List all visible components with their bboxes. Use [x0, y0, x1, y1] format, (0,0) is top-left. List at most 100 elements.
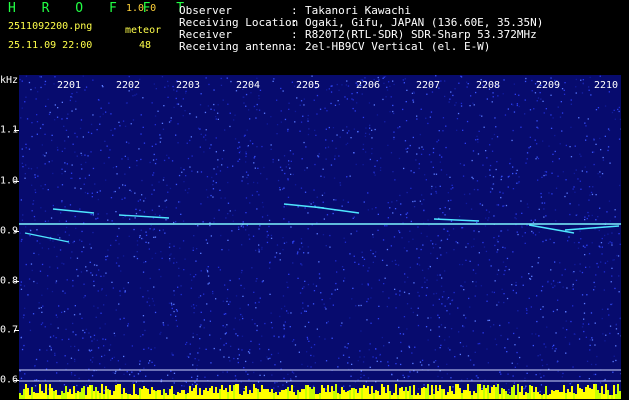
intensity-bar	[183, 390, 185, 399]
intensity-bar	[187, 393, 189, 399]
intensity-bar	[547, 395, 549, 399]
intensity-bar	[185, 394, 187, 399]
intensity-bar	[449, 386, 451, 399]
intensity-bar	[385, 393, 387, 399]
intensity-bar	[343, 390, 345, 399]
intensity-bar	[499, 394, 501, 399]
intensity-bar	[605, 384, 607, 399]
intensity-bar	[335, 384, 337, 399]
intensity-bar	[345, 392, 347, 399]
intensity-bar	[545, 386, 547, 399]
intensity-bar	[407, 391, 409, 399]
intensity-bar	[279, 392, 281, 399]
intensity-bar	[149, 394, 151, 399]
intensity-bar	[453, 394, 455, 399]
intensity-bar	[471, 395, 473, 399]
intensity-bar	[539, 394, 541, 399]
intensity-bar	[357, 393, 359, 399]
bottom-bar-layer	[19, 384, 621, 399]
intensity-bar	[317, 394, 319, 399]
x-tick-label: 2204	[235, 80, 261, 91]
y-tick	[14, 281, 19, 282]
intensity-bar	[559, 392, 561, 399]
intensity-bar	[159, 390, 161, 399]
intensity-bar	[537, 392, 539, 399]
spectrogram-svg	[19, 75, 621, 399]
intensity-bar	[105, 386, 107, 399]
y-tick	[14, 231, 19, 232]
intensity-bar	[31, 387, 33, 399]
intensity-bar	[319, 393, 321, 399]
intensity-bar	[271, 389, 273, 399]
intensity-bar	[601, 386, 603, 399]
info-colon: :	[291, 40, 298, 53]
intensity-bar	[25, 384, 27, 399]
intensity-bar	[163, 389, 165, 399]
intensity-bar	[175, 395, 177, 399]
intensity-bar	[589, 388, 591, 399]
meteor-count: 48	[139, 40, 152, 51]
intensity-bar	[235, 384, 237, 399]
intensity-bar	[377, 391, 379, 399]
intensity-bar	[373, 393, 375, 399]
intensity-bar	[321, 385, 323, 399]
intensity-bar	[527, 393, 529, 399]
intensity-bar	[405, 387, 407, 399]
intensity-bar	[253, 384, 255, 399]
intensity-bar	[145, 388, 147, 399]
intensity-bar	[147, 389, 149, 399]
intensity-bar	[21, 395, 23, 399]
spectrogram-plot	[19, 75, 621, 399]
app-name: H R O F F T	[8, 1, 194, 16]
intensity-bar	[77, 391, 79, 399]
intensity-bar	[59, 395, 61, 399]
intensity-bar	[291, 385, 293, 399]
intensity-bar	[573, 393, 575, 399]
intensity-bar	[579, 388, 581, 399]
intensity-bar	[481, 390, 483, 399]
intensity-bar	[419, 395, 421, 399]
intensity-bar	[209, 388, 211, 399]
intensity-bar	[353, 388, 355, 399]
intensity-bar	[359, 388, 361, 399]
intensity-bar	[179, 393, 181, 399]
intensity-bar	[523, 395, 525, 399]
intensity-bar	[475, 393, 477, 399]
intensity-bar	[165, 393, 167, 399]
intensity-bar	[417, 393, 419, 399]
intensity-bar	[243, 391, 245, 399]
intensity-bar	[565, 393, 567, 399]
y-tick	[14, 380, 19, 381]
intensity-bar	[115, 385, 117, 399]
intensity-bar	[287, 387, 289, 399]
intensity-bar	[535, 387, 537, 399]
intensity-bar	[619, 391, 621, 399]
intensity-bar	[465, 390, 467, 399]
intensity-bar	[427, 384, 429, 399]
intensity-bar	[245, 386, 247, 399]
datetime: 25.11.09 22:00	[8, 40, 93, 51]
intensity-bar	[401, 387, 403, 399]
intensity-bar	[131, 395, 133, 399]
intensity-bar	[285, 389, 287, 399]
intensity-bar	[411, 395, 413, 399]
intensity-bar	[585, 387, 587, 399]
intensity-bar	[173, 394, 175, 399]
intensity-bar	[263, 389, 265, 399]
intensity-bar	[87, 387, 89, 399]
intensity-bar	[603, 394, 605, 399]
intensity-bar	[375, 390, 377, 399]
intensity-bar	[307, 385, 309, 399]
intensity-bar	[333, 391, 335, 399]
intensity-bar	[399, 388, 401, 399]
intensity-bar	[97, 391, 99, 399]
intensity-bar	[95, 387, 97, 399]
intensity-bar	[237, 384, 239, 399]
intensity-bar	[577, 384, 579, 399]
y-unit: kHz	[0, 75, 19, 86]
intensity-bar	[543, 394, 545, 399]
intensity-bar	[121, 394, 123, 399]
x-tick-label: 2203	[175, 80, 201, 91]
intensity-bar	[557, 390, 559, 399]
intensity-bar	[155, 391, 157, 399]
